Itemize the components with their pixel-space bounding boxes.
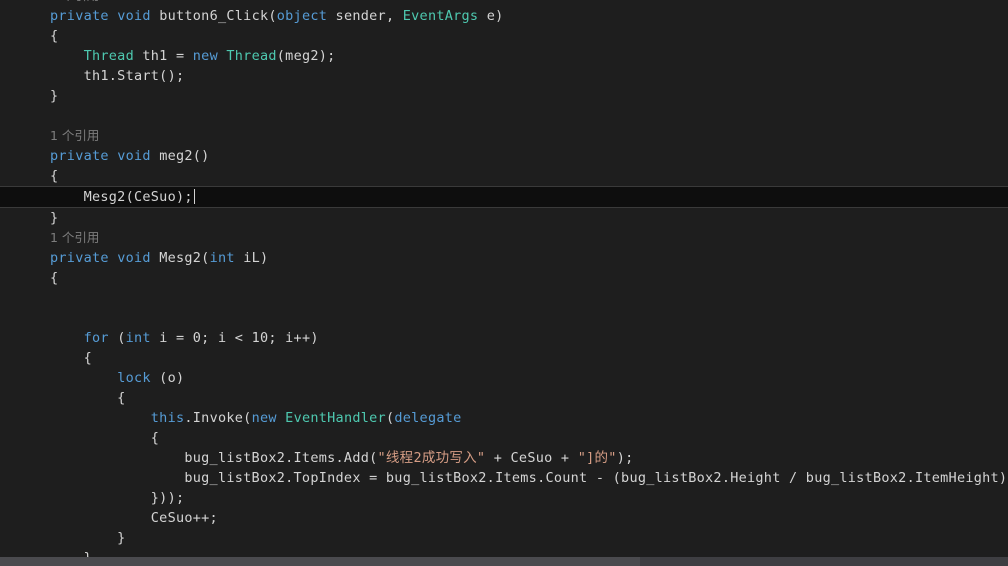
code-line[interactable]: } bbox=[0, 528, 1008, 548]
code-token: private bbox=[50, 148, 109, 164]
code-token: bug_listBox2.TopIndex = bug_listBox2.Ite… bbox=[50, 470, 1008, 486]
code-token: { bbox=[50, 390, 126, 406]
code-token: Thread bbox=[83, 48, 134, 64]
code-token: EventArgs bbox=[402, 8, 479, 24]
code-token: this bbox=[150, 410, 185, 426]
code-token: e) bbox=[478, 8, 504, 24]
code-line[interactable]: this.Invoke(new EventHandler(delegate bbox=[0, 408, 1008, 428]
code-token: "]的" bbox=[577, 450, 617, 466]
code-token: int bbox=[125, 330, 151, 346]
code-line[interactable]: lock (o) bbox=[0, 368, 1008, 388]
code-token: bug_listBox2.Items.Add( bbox=[50, 450, 378, 466]
code-token: CeSuo++; bbox=[50, 510, 218, 526]
code-token: i = 0; i < 10; i++) bbox=[150, 330, 319, 346]
code-line[interactable]: })); bbox=[0, 488, 1008, 508]
code-token: th1 = bbox=[133, 48, 193, 64]
code-line[interactable]: private void meg2() bbox=[0, 146, 1008, 166]
code-token: ( bbox=[108, 330, 126, 346]
code-token: { bbox=[50, 28, 59, 44]
code-token: int bbox=[209, 250, 235, 266]
horizontal-scrollbar[interactable] bbox=[0, 557, 1008, 566]
code-line[interactable]: Mesg2(CeSuo); bbox=[0, 186, 1008, 208]
code-token: meg2() bbox=[150, 148, 210, 164]
horizontal-scrollbar-thumb[interactable] bbox=[0, 557, 640, 566]
code-line[interactable]: for (int i = 0; i < 10; i++) bbox=[0, 328, 1008, 348]
code-line[interactable]: { bbox=[0, 26, 1008, 46]
code-token: ); bbox=[616, 450, 634, 466]
code-token: (meg2); bbox=[276, 48, 336, 64]
text-caret bbox=[193, 189, 195, 204]
code-token: Thread bbox=[226, 48, 277, 64]
code-line[interactable]: bug_listBox2.Items.Add("线程2成功写入" + CeSuo… bbox=[0, 448, 1008, 468]
code-token: { bbox=[50, 430, 160, 446]
code-token: object bbox=[276, 8, 328, 24]
code-token: th1.Start(); bbox=[50, 68, 185, 84]
code-token: void bbox=[117, 148, 151, 164]
code-line[interactable] bbox=[0, 106, 1008, 126]
code-line[interactable]: { bbox=[0, 166, 1008, 186]
codelens-reference-count[interactable]: 1 个引用 bbox=[50, 230, 99, 245]
code-token: + CeSuo + bbox=[485, 450, 578, 466]
code-token: .Invoke( bbox=[184, 410, 252, 426]
code-line[interactable]: { bbox=[0, 348, 1008, 368]
code-token: new bbox=[251, 410, 277, 426]
code-token: Mesg2( bbox=[150, 250, 210, 266]
code-token: { bbox=[50, 168, 59, 184]
code-token: (o) bbox=[150, 370, 185, 386]
code-line[interactable] bbox=[0, 288, 1008, 308]
code-token: void bbox=[117, 8, 151, 24]
code-token: delegate bbox=[394, 410, 462, 426]
code-token: { bbox=[50, 350, 92, 366]
codelens-annotation[interactable]: 1 个引用 bbox=[0, 228, 1008, 248]
code-token: "线程2成功写入" bbox=[377, 450, 486, 466]
code-token: })); bbox=[50, 490, 185, 506]
code-line[interactable]: private void button6_Click(object sender… bbox=[0, 6, 1008, 26]
codelens-reference-count[interactable]: 1 个引用 bbox=[50, 128, 99, 143]
code-line[interactable]: { bbox=[0, 428, 1008, 448]
code-token: { bbox=[50, 270, 59, 286]
code-line[interactable]: private void Mesg2(int iL) bbox=[0, 248, 1008, 268]
code-token: iL) bbox=[234, 250, 269, 266]
code-line[interactable]: th1.Start(); bbox=[0, 66, 1008, 86]
code-line[interactable]: { bbox=[0, 388, 1008, 408]
code-token: EventHandler bbox=[285, 410, 386, 426]
code-token: new bbox=[192, 48, 218, 64]
code-surface[interactable]: 1 个引用 private void button6_Click(object s… bbox=[0, 0, 1008, 566]
code-token: private bbox=[50, 250, 109, 266]
codelens-reference-count[interactable]: 1 个引用 bbox=[50, 0, 99, 3]
code-editor[interactable]: 1 个引用 private void button6_Click(object s… bbox=[0, 0, 1008, 566]
code-token: button6_Click( bbox=[150, 8, 277, 24]
code-line[interactable]: } bbox=[0, 208, 1008, 228]
code-token: void bbox=[117, 250, 151, 266]
codelens-annotation[interactable]: 1 个引用 bbox=[0, 126, 1008, 146]
code-token: } bbox=[50, 210, 59, 226]
code-token: sender, bbox=[327, 8, 403, 24]
code-line[interactable]: } bbox=[0, 86, 1008, 106]
code-line[interactable]: bug_listBox2.TopIndex = bug_listBox2.Ite… bbox=[0, 468, 1008, 488]
code-token: lock bbox=[117, 370, 151, 386]
code-line[interactable] bbox=[0, 308, 1008, 328]
code-line[interactable]: { bbox=[0, 268, 1008, 288]
code-line[interactable]: CeSuo++; bbox=[0, 508, 1008, 528]
code-token: private bbox=[50, 8, 109, 24]
code-token: } bbox=[50, 88, 59, 104]
code-token: } bbox=[50, 530, 126, 546]
code-token: for bbox=[83, 330, 109, 346]
code-token: Mesg2(CeSuo); bbox=[50, 189, 193, 205]
code-line[interactable]: Thread th1 = new Thread(meg2); bbox=[0, 46, 1008, 66]
